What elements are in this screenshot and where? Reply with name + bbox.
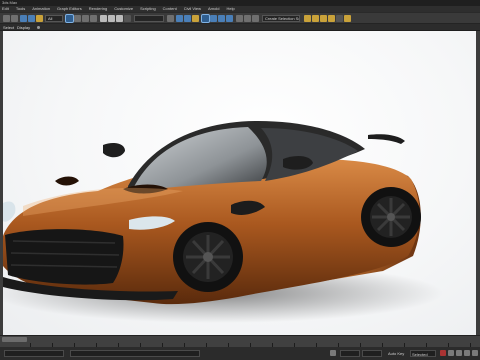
rendered-frame-window-icon[interactable] [336, 15, 343, 22]
select-by-name-icon[interactable] [74, 15, 81, 22]
maxscript-listener-field[interactable] [4, 350, 64, 357]
main-toolbar: All Create Selection Set [0, 12, 480, 24]
toggle-ribbon-icon[interactable] [252, 15, 259, 22]
status-bar: Auto Key Selected [0, 347, 480, 360]
select-rotate-icon[interactable] [108, 15, 115, 22]
link-icon[interactable] [20, 15, 27, 22]
auto-key-label[interactable]: Auto Key [388, 350, 404, 357]
select-object-icon[interactable] [65, 14, 74, 23]
spinner-snap-icon[interactable] [201, 14, 210, 23]
named-selection-set-dropdown[interactable]: Create Selection Set [262, 15, 300, 22]
car-render [3, 121, 443, 323]
rectangular-selection-icon[interactable] [82, 15, 89, 22]
prompt-line-field [70, 350, 200, 357]
right-panel-edge [476, 31, 480, 335]
selected-dropdown[interactable]: Selected [410, 350, 436, 357]
pivot-center-icon[interactable] [167, 15, 174, 22]
set-key-icon[interactable] [440, 350, 446, 356]
pin-icon[interactable] [37, 26, 40, 29]
next-frame-icon[interactable] [456, 350, 462, 356]
snaps-toggle-icon[interactable] [176, 15, 183, 22]
bind-space-warp-icon[interactable] [36, 15, 43, 22]
lock-selection-icon[interactable] [330, 350, 336, 356]
curve-editor-icon[interactable] [304, 15, 311, 22]
y-coordinate-field[interactable] [362, 350, 382, 357]
angle-snap-icon[interactable] [184, 15, 191, 22]
edit-named-selection-icon[interactable] [210, 15, 217, 22]
placement-icon[interactable] [124, 15, 131, 22]
tab-select[interactable]: Select [3, 24, 14, 31]
material-editor-icon[interactable] [320, 15, 327, 22]
percent-snap-icon[interactable] [192, 15, 199, 22]
toggle-scene-explorer-icon[interactable] [236, 15, 243, 22]
time-slider-handle[interactable] [2, 337, 27, 342]
ribbon-tabs-bar: Select Display [0, 24, 480, 31]
selected-label: Selected [412, 352, 428, 357]
tab-display[interactable]: Display [17, 24, 30, 31]
toggle-layer-explorer-icon[interactable] [244, 15, 251, 22]
window-crossing-icon[interactable] [90, 15, 97, 22]
select-scale-icon[interactable] [116, 15, 123, 22]
selection-filter-dropdown[interactable]: All [45, 15, 63, 22]
zoom-extents-icon[interactable] [464, 350, 470, 356]
unlink-icon[interactable] [28, 15, 35, 22]
play-icon[interactable] [448, 350, 454, 356]
render-production-icon[interactable] [344, 15, 351, 22]
reference-coordinate-dropdown[interactable] [134, 15, 164, 22]
mirror-icon[interactable] [218, 15, 225, 22]
schematic-view-icon[interactable] [312, 15, 319, 22]
orbit-icon[interactable] [472, 350, 478, 356]
select-move-icon[interactable] [100, 15, 107, 22]
time-slider-track[interactable] [0, 335, 480, 347]
render-setup-icon[interactable] [328, 15, 335, 22]
x-coordinate-field[interactable] [340, 350, 360, 357]
undo-icon[interactable] [3, 15, 10, 22]
align-icon[interactable] [226, 15, 233, 22]
redo-icon[interactable] [11, 15, 18, 22]
perspective-viewport[interactable] [3, 31, 476, 335]
